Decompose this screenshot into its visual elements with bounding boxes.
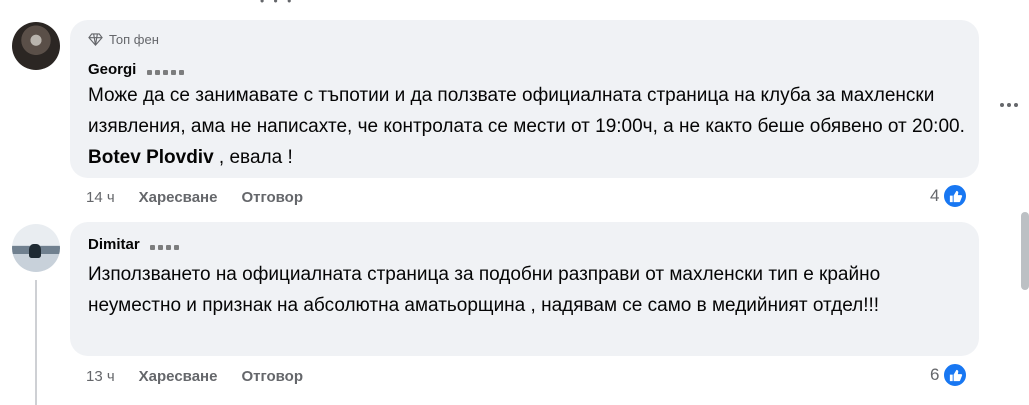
badge-label: Топ фен bbox=[109, 32, 159, 47]
author-name[interactable]: Georgi bbox=[88, 61, 136, 78]
redacted-surname bbox=[149, 237, 182, 254]
reaction-summary[interactable]: 6 bbox=[930, 362, 969, 388]
comment-time[interactable]: 14 ч bbox=[86, 189, 115, 206]
thumbs-up-icon bbox=[942, 362, 969, 388]
comment-actions: 14 ч Харесване Отговор bbox=[86, 189, 303, 206]
comment-text-part: Може да се занимавате с тъпотии и да пол… bbox=[88, 85, 965, 137]
reply-thread-line bbox=[35, 280, 37, 405]
comment-time[interactable]: 13 ч bbox=[86, 368, 115, 385]
like-button[interactable]: Харесване bbox=[139, 368, 218, 385]
comment-actions: 13 ч Харесване Отговор bbox=[86, 368, 303, 385]
comment-text-part: , евала ! bbox=[213, 147, 293, 168]
comment-author[interactable]: Georgi bbox=[88, 61, 187, 79]
comment-bubble: Dimitar Използването на официалната стра… bbox=[70, 222, 979, 356]
thumbs-up-icon bbox=[942, 183, 969, 209]
comment-bubble: Топ фен Georgi Може да се занимавате с т… bbox=[70, 20, 979, 178]
reply-button[interactable]: Отговор bbox=[241, 189, 303, 206]
reply-button[interactable]: Отговор bbox=[241, 368, 303, 385]
comment-text: Може да се занимавате с тъпотии и да пол… bbox=[88, 80, 968, 173]
mention-link[interactable]: Botev Plovdiv bbox=[88, 147, 214, 168]
author-name[interactable]: Dimitar bbox=[88, 236, 140, 253]
redacted-surname bbox=[146, 62, 187, 79]
reaction-count: 4 bbox=[930, 186, 940, 205]
comment-author[interactable]: Dimitar bbox=[88, 236, 182, 254]
top-fan-badge: Топ фен bbox=[88, 32, 159, 47]
comment-text: Използването на официалната страница за … bbox=[88, 264, 881, 316]
scrollbar[interactable] bbox=[1021, 212, 1029, 290]
avatar[interactable] bbox=[12, 22, 60, 70]
diamond-icon bbox=[88, 33, 103, 46]
avatar[interactable] bbox=[12, 224, 60, 272]
more-options-icon bbox=[1000, 103, 1004, 107]
like-button[interactable]: Харесване bbox=[139, 189, 218, 206]
reaction-summary[interactable]: 4 bbox=[930, 183, 969, 209]
reaction-count: 6 bbox=[930, 365, 940, 384]
more-options-button[interactable] bbox=[1000, 94, 1024, 107]
overflow-dots: • • • bbox=[260, 0, 295, 8]
